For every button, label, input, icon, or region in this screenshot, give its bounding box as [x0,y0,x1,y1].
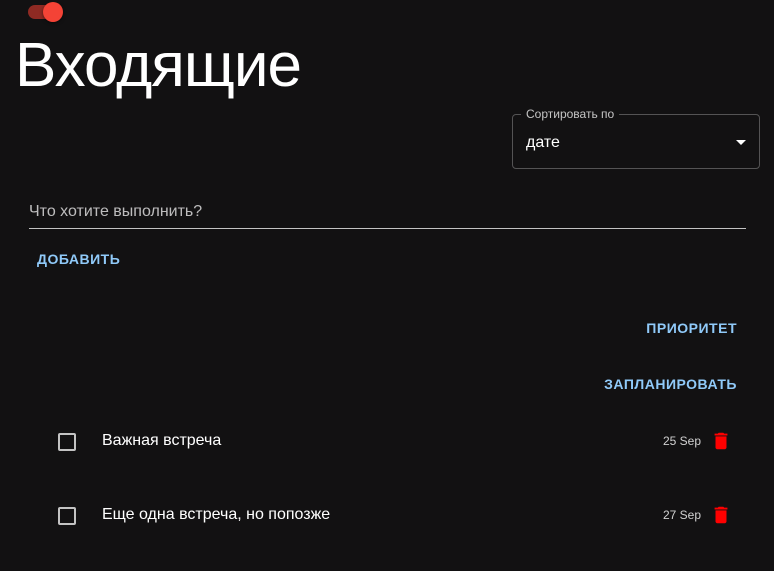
priority-button[interactable]: ПРИОРИТЕТ [646,319,737,337]
new-task-input[interactable] [29,196,746,229]
trash-icon[interactable] [710,504,732,526]
sort-label: Сортировать по [521,107,620,121]
arrow-drop-down-icon [736,140,746,145]
task-date: 25 Sep [662,434,701,448]
task-date: 27 Sep [662,508,701,522]
task-item: Еще одна встреча, но попозже 27 Sep [0,495,774,535]
task-checkbox[interactable] [58,433,76,451]
trash-icon[interactable] [710,430,732,452]
theme-toggle[interactable] [24,0,64,24]
sort-select[interactable]: Сортировать по дате [512,107,760,169]
sort-value: дате [526,134,560,151]
toggle-thumb [43,2,63,22]
task-item: Важная встреча 25 Sep [0,421,774,461]
page-title: Входящие [15,31,302,100]
inbox-page: Входящие Сортировать по дате ДОБАВИТЬ ПР… [0,0,774,571]
task-text: Еще одна встреча, но попозже [102,506,331,523]
schedule-button[interactable]: ЗАПЛАНИРОВАТЬ [604,375,737,393]
task-text: Важная встреча [102,432,222,449]
task-checkbox[interactable] [58,507,76,525]
add-button[interactable]: ДОБАВИТЬ [37,250,120,268]
